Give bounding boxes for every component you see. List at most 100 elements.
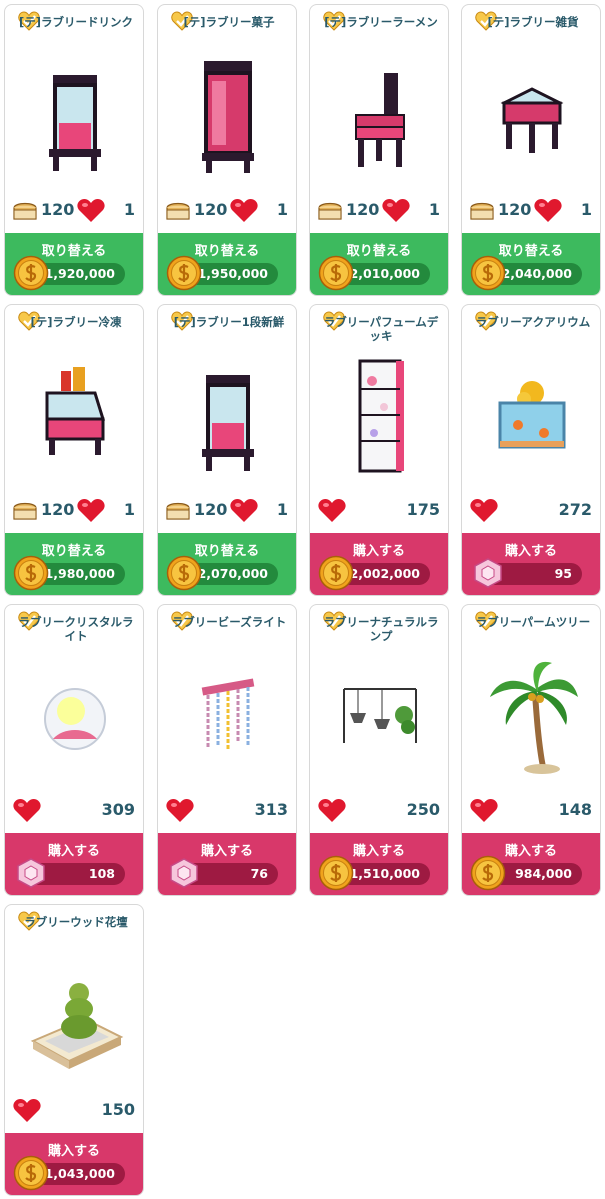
heart-icon	[166, 799, 194, 823]
love-value: 1	[428, 200, 440, 219]
coin-icon	[470, 855, 506, 891]
price-value: 2,070,000	[197, 566, 268, 581]
item-card[interactable]: [テ]ラブリーラーメン 120 1 取り替える 2,010,000	[309, 4, 449, 296]
heart-icon	[318, 799, 346, 823]
buy-button[interactable]: 購入する 1,510,000	[310, 833, 448, 895]
buy-button[interactable]: 購入する 95	[462, 533, 600, 595]
item-card[interactable]: [テ]ラブリードリンク 120 1 取り替える 1,920,000	[4, 4, 144, 296]
price-value: 95	[554, 566, 572, 581]
love-value: 313	[254, 800, 288, 819]
exchange-button[interactable]: 取り替える 2,010,000	[310, 233, 448, 295]
item-card[interactable]: ラブリービーズライト 313 購入する 76	[157, 604, 297, 896]
item-stats: 120 1	[310, 197, 448, 225]
love-value: 148	[558, 800, 592, 819]
buy-button[interactable]: 購入する 984,000	[462, 833, 600, 895]
item-image	[330, 53, 430, 183]
heart-icon	[470, 499, 498, 523]
love-value: 1	[123, 200, 135, 219]
item-stats: 120 1	[158, 197, 296, 225]
item-name: [テ]ラブリー菓子	[183, 15, 275, 29]
item-name: [テ]ラブリードリンク	[18, 15, 133, 29]
gem-icon	[168, 857, 200, 889]
heart-icon	[77, 499, 105, 523]
item-card[interactable]: ラブリーウッド花壇 150 購入する 1,043,000	[4, 904, 144, 1196]
item-image	[482, 53, 582, 183]
coin-icon	[166, 255, 202, 291]
love-value: 150	[101, 1100, 135, 1119]
bread-icon	[316, 200, 344, 222]
item-stats: 120 1	[462, 197, 600, 225]
love-value: 272	[558, 500, 592, 519]
price-value: 1,043,000	[44, 1166, 115, 1181]
item-stats: 272	[462, 497, 600, 525]
item-card[interactable]: ラブリーアクアリウム 272 購入する 95	[461, 304, 601, 596]
item-image	[330, 653, 430, 783]
heart-icon	[77, 199, 105, 223]
price-value: 1,920,000	[44, 266, 115, 281]
item-stats: 120 1	[158, 497, 296, 525]
coin-icon	[470, 255, 506, 291]
item-card[interactable]: [テ]ラブリー雑貨 120 1 取り替える 2,040,000	[461, 4, 601, 296]
bread-icon	[11, 500, 39, 522]
item-grid: [テ]ラブリードリンク 120 1 取り替える 1,920,000 [テ]ラブリー菓子 12…	[0, 0, 605, 1199]
item-stats: 313	[158, 797, 296, 825]
item-image	[482, 353, 582, 483]
love-value: 1	[123, 500, 135, 519]
coin-icon	[13, 255, 49, 291]
item-name: ラブリーパフュームデッキ	[323, 315, 439, 343]
buy-button[interactable]: 購入する 76	[158, 833, 296, 895]
heart-icon	[534, 199, 562, 223]
love-value: 250	[406, 800, 440, 819]
exchange-button[interactable]: 取り替える 2,040,000	[462, 233, 600, 295]
love-value: 1	[276, 500, 288, 519]
exchange-button[interactable]: 取り替える 1,950,000	[158, 233, 296, 295]
bread-icon	[164, 500, 192, 522]
item-card[interactable]: [テ]ラブリー冷凍 120 1 取り替える 1,980,000	[4, 304, 144, 596]
gem-icon	[15, 857, 47, 889]
exchange-button[interactable]: 取り替える 1,920,000	[5, 233, 143, 295]
heart-icon	[13, 799, 41, 823]
item-card[interactable]: [テ]ラブリー菓子 120 1 取り替える 1,950,000	[157, 4, 297, 296]
item-name: ラブリービーズライト	[171, 615, 287, 629]
item-stats: 309	[5, 797, 143, 825]
price-value: 108	[88, 866, 115, 881]
love-value: 309	[101, 800, 135, 819]
coin-icon	[318, 255, 354, 291]
buy-button[interactable]: 購入する 2,002,000	[310, 533, 448, 595]
item-name: ラブリーナチュラルランプ	[323, 615, 439, 643]
coin-icon	[13, 555, 49, 591]
item-name: [テ]ラブリー1段新鮮	[173, 315, 285, 329]
item-card[interactable]: ラブリーパフュームデッキ 175 購入する 2,002,000	[309, 304, 449, 596]
price-value: 2,010,000	[349, 266, 420, 281]
item-stats: 120 1	[5, 197, 143, 225]
item-name: ラブリーパームツリー	[475, 615, 591, 629]
heart-icon	[230, 499, 258, 523]
exchange-button[interactable]: 取り替える 1,980,000	[5, 533, 143, 595]
item-image	[482, 653, 582, 783]
item-image	[178, 53, 278, 183]
item-card[interactable]: ラブリーナチュラルランプ 250 購入する 1,510,000	[309, 604, 449, 896]
price-value: 2,002,000	[349, 566, 420, 581]
item-image	[178, 653, 278, 783]
bread-value: 120	[41, 500, 75, 519]
item-name: ラブリーアクアリウム	[475, 315, 591, 329]
coin-icon	[318, 855, 354, 891]
heart-icon	[13, 1099, 41, 1123]
exchange-button[interactable]: 取り替える 2,070,000	[158, 533, 296, 595]
item-image	[25, 353, 125, 483]
item-image	[330, 353, 430, 483]
item-card[interactable]: ラブリーパームツリー 148 購入する 984,000	[461, 604, 601, 896]
heart-icon	[318, 499, 346, 523]
heart-icon	[230, 199, 258, 223]
item-stats: 250	[310, 797, 448, 825]
price-value: 1,950,000	[197, 266, 268, 281]
price-value: 2,040,000	[501, 266, 572, 281]
bread-icon	[468, 200, 496, 222]
buy-button[interactable]: 購入する 108	[5, 833, 143, 895]
item-image	[25, 653, 125, 783]
buy-button[interactable]: 購入する 1,043,000	[5, 1133, 143, 1195]
price-value: 984,000	[515, 866, 572, 881]
item-card[interactable]: ラブリークリスタルライト 309 購入する 108	[4, 604, 144, 896]
heart-icon	[470, 799, 498, 823]
item-card[interactable]: [テ]ラブリー1段新鮮 120 1 取り替える 2,070,000	[157, 304, 297, 596]
